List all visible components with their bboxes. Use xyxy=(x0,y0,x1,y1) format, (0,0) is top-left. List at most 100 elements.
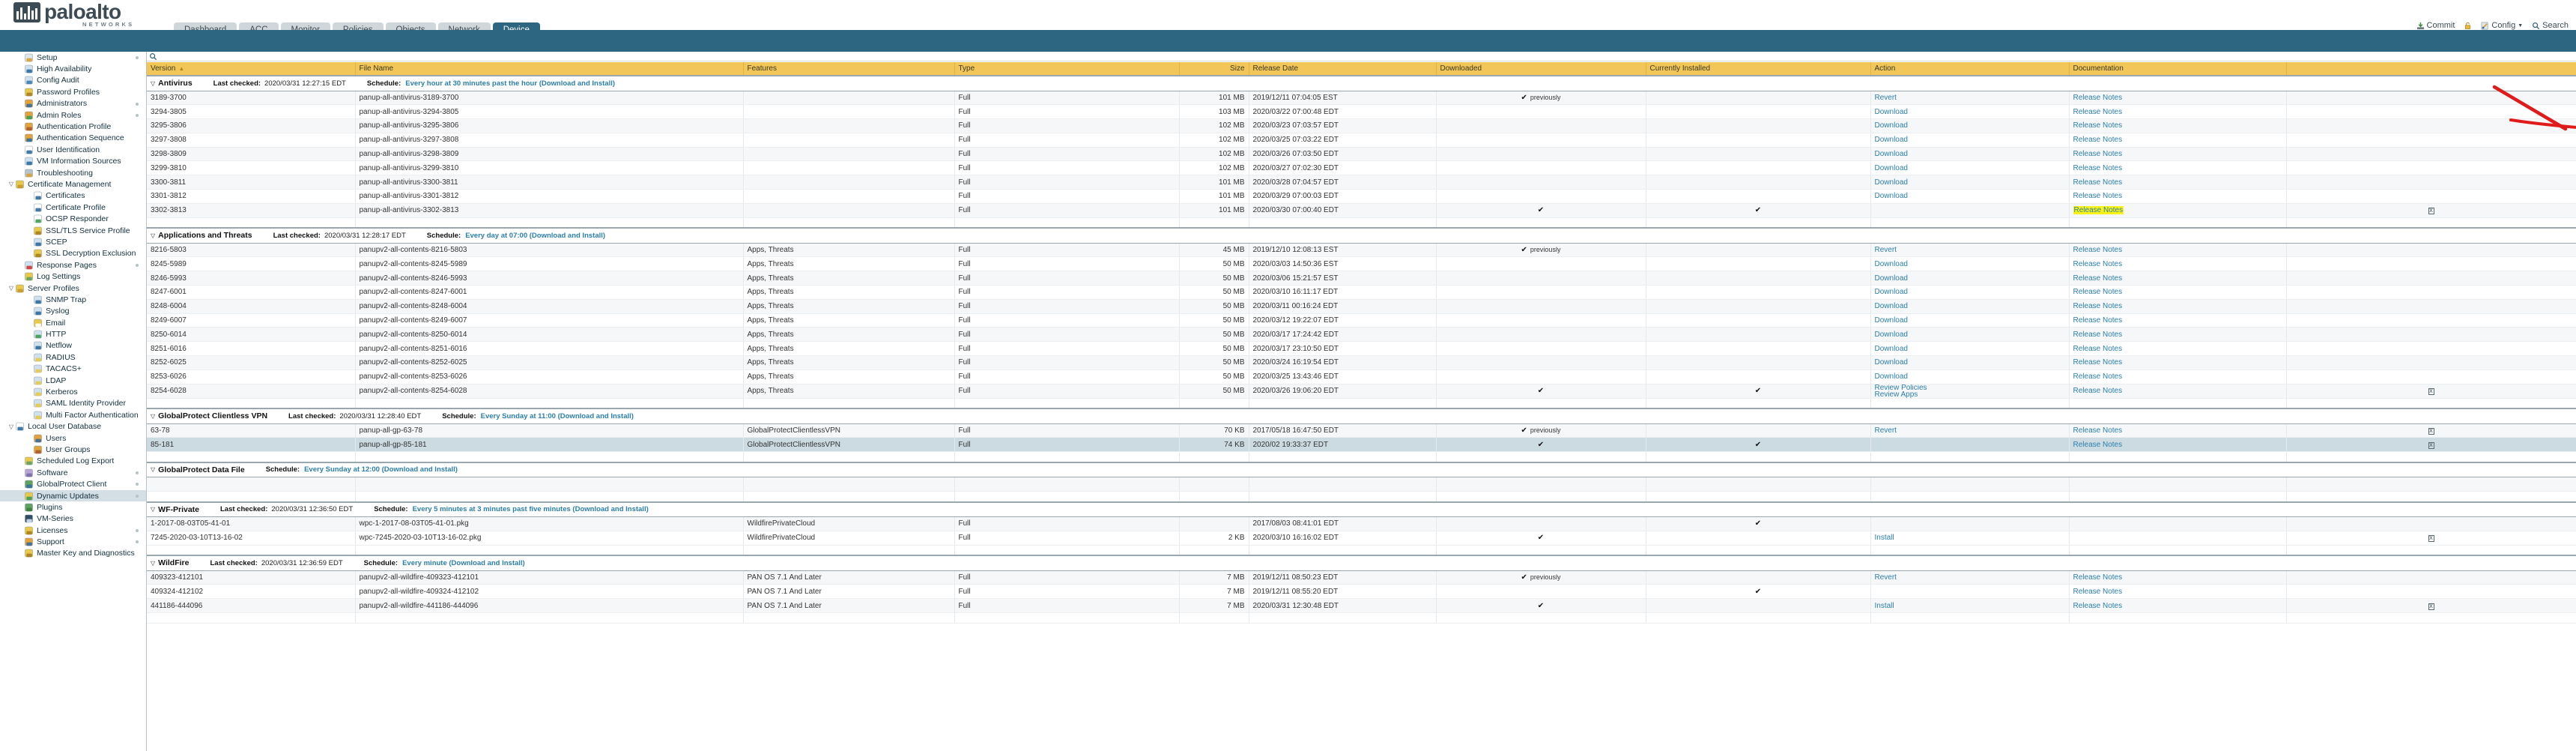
cell-delete[interactable] xyxy=(2286,118,2576,133)
sidebar-item-http[interactable]: HTTP xyxy=(0,328,146,340)
group-header-row[interactable]: ▽ WF-Private Last checked: 2020/03/31 12:36… xyxy=(147,501,2576,518)
cell-action[interactable] xyxy=(1870,516,2070,531)
chevron-down-icon[interactable]: ▼ xyxy=(2518,23,2523,28)
table-row[interactable]: 3297-3808 panup-all-antivirus-3297-3808 Fu… xyxy=(147,133,2576,148)
cell-delete[interactable] xyxy=(2286,147,2576,162)
cell-delete[interactable] xyxy=(2286,189,2576,204)
action-link[interactable]: Download xyxy=(1875,373,2065,381)
release-notes-link[interactable]: Release Notes xyxy=(2073,316,2123,325)
cell-action[interactable]: Download xyxy=(1870,341,2070,357)
schedule-link[interactable]: Every minute (Download and Install) xyxy=(402,559,525,567)
sidebar-item-user-identification[interactable]: User Identification xyxy=(0,144,146,155)
action-link[interactable]: Revert xyxy=(1875,247,2065,254)
table-row[interactable]: 3189-3700 panup-all-antivirus-3189-3700 Fu… xyxy=(147,91,2576,106)
sidebar-item-vm-information-sources[interactable]: VM Information Sources xyxy=(0,156,146,167)
cell-action[interactable]: Download xyxy=(1870,313,2070,328)
cell-delete[interactable] xyxy=(2286,256,2576,272)
cell-documentation[interactable]: Release Notes xyxy=(2069,91,2287,106)
cell-action[interactable]: Download xyxy=(1870,133,2070,148)
cell-delete[interactable] xyxy=(2286,313,2576,328)
table-row[interactable]: 8253-6026 panupv2-all-contents-8253-6026 A… xyxy=(147,370,2576,384)
sidebar-item-local-user-database[interactable]: ▽ Local User Database xyxy=(0,421,146,432)
cell-delete[interactable] xyxy=(2286,477,2576,492)
delete-icon[interactable]: X xyxy=(2428,603,2434,610)
cell-action[interactable] xyxy=(1870,437,2070,453)
sidebar-item-scep[interactable]: SCEP xyxy=(0,236,146,247)
column-header-size[interactable]: Size xyxy=(1179,62,1249,76)
sidebar-item-dynamic-updates[interactable]: Dynamic Updates xyxy=(0,489,146,502)
release-notes-link[interactable]: Release Notes xyxy=(2073,121,2123,130)
column-header-type[interactable]: Type xyxy=(954,62,1180,76)
cell-documentation[interactable]: Release Notes xyxy=(2069,118,2287,133)
release-notes-link[interactable]: Release Notes xyxy=(2073,588,2123,596)
release-notes-link[interactable]: Release Notes xyxy=(2073,441,2123,449)
schedule-link[interactable]: Every Sunday at 12:00 (Download and Inst… xyxy=(304,465,458,474)
cell-documentation[interactable]: Release Notes xyxy=(2069,370,2287,384)
sidebar-item-ssl-tls-service-profile[interactable]: SSL/TLS Service Profile xyxy=(0,225,146,236)
action-link[interactable]: Download xyxy=(1875,164,2065,172)
cell-delete[interactable]: X xyxy=(2286,203,2576,218)
cell-documentation[interactable]: Release Notes xyxy=(2069,133,2287,148)
sidebar-item-netflow[interactable]: Netflow xyxy=(0,340,146,352)
cell-documentation[interactable]: Release Notes xyxy=(2069,243,2287,258)
cell-action[interactable]: Download xyxy=(1870,299,2070,314)
action-link[interactable]: Download xyxy=(1875,108,2065,115)
twisty-expand-icon[interactable]: ▽ xyxy=(7,423,15,430)
sidebar-item-certificate-profile[interactable]: Certificate Profile xyxy=(0,202,146,213)
cell-action[interactable]: Install xyxy=(1870,598,2070,614)
action-link[interactable]: Download xyxy=(1875,303,2065,310)
grid-search-bar[interactable] xyxy=(147,51,2576,61)
delete-icon[interactable]: X xyxy=(2428,441,2434,449)
lock-button[interactable] xyxy=(2464,22,2472,30)
sidebar-item-authentication-profile[interactable]: Authentication Profile xyxy=(0,121,146,132)
cell-documentation[interactable]: Release Notes xyxy=(2069,570,2287,585)
delete-icon[interactable]: X xyxy=(2428,535,2434,543)
cell-documentation[interactable]: Release Notes xyxy=(2069,437,2287,453)
release-notes-link[interactable]: Release Notes xyxy=(2073,150,2123,158)
delete-icon[interactable]: X xyxy=(2428,428,2434,435)
cell-delete[interactable]: X xyxy=(2286,384,2576,399)
sidebar-item-password-profiles[interactable]: Password Profiles xyxy=(0,86,146,97)
table-row[interactable] xyxy=(147,477,2576,492)
sidebar-nav[interactable]: Setup High Availability Config Audit Passwo… xyxy=(0,52,147,751)
cell-action[interactable]: Revert xyxy=(1870,91,2070,106)
action-link[interactable]: Review Apps xyxy=(1875,390,2065,397)
table-row[interactable]: 8254-6028 panupv2-all-contents-8254-6028 A… xyxy=(147,384,2576,399)
sidebar-item-snmp-trap[interactable]: SNMP Trap xyxy=(0,294,146,305)
column-header-version[interactable]: Version ▲ xyxy=(147,62,356,76)
cell-delete[interactable] xyxy=(2286,160,2576,176)
cell-documentation[interactable]: Release Notes xyxy=(2069,584,2287,600)
table-row[interactable]: 8247-6001 panupv2-all-contents-8247-6001 A… xyxy=(147,285,2576,300)
schedule-link[interactable]: Every hour at 30 minutes past the hour (… xyxy=(405,79,615,88)
cell-documentation[interactable]: Release Notes xyxy=(2069,355,2287,370)
release-notes-link[interactable]: Release Notes xyxy=(2073,108,2123,116)
cell-delete[interactable] xyxy=(2286,271,2576,286)
sidebar-item-syslog[interactable]: Syslog xyxy=(0,306,146,317)
cell-action[interactable]: Download xyxy=(1870,160,2070,176)
column-header-actions[interactable] xyxy=(2286,62,2576,76)
cell-action[interactable]: Download xyxy=(1870,327,2070,343)
cell-documentation[interactable] xyxy=(2069,516,2287,531)
sidebar-item-troubleshooting[interactable]: Troubleshooting xyxy=(0,167,146,178)
release-notes-link[interactable]: Release Notes xyxy=(2073,288,2123,296)
cell-documentation[interactable]: Release Notes xyxy=(2069,189,2287,204)
group-header-row[interactable]: ▽ GlobalProtect Clientless VPN Last checke… xyxy=(147,408,2576,424)
cell-action[interactable]: Revert xyxy=(1870,243,2070,258)
release-notes-link[interactable]: Release Notes xyxy=(2073,345,2123,353)
sidebar-item-certificates[interactable]: Certificates xyxy=(0,190,146,202)
table-row[interactable]: 8252-6025 panupv2-all-contents-8252-6025 A… xyxy=(147,355,2576,370)
release-notes-link[interactable]: Release Notes xyxy=(2073,246,2123,254)
action-link[interactable]: Download xyxy=(1875,136,2065,144)
cell-action[interactable]: Download xyxy=(1870,285,2070,300)
cell-delete[interactable] xyxy=(2286,104,2576,120)
cell-delete[interactable]: X xyxy=(2286,531,2576,546)
cell-documentation[interactable]: Release Notes xyxy=(2069,341,2287,357)
column-header-action[interactable]: Action xyxy=(1870,62,2070,76)
cell-documentation[interactable] xyxy=(2069,531,2287,546)
group-header-row[interactable]: ▽ Applications and Threats Last checked: 20… xyxy=(147,227,2576,244)
config-menu[interactable]: Config ▼ xyxy=(2481,21,2523,30)
cell-action[interactable]: Download xyxy=(1870,370,2070,384)
cell-action[interactable] xyxy=(1870,203,2070,218)
table-row[interactable]: 8251-6016 panupv2-all-contents-8251-6016 A… xyxy=(147,341,2576,357)
action-link[interactable]: Download xyxy=(1875,260,2065,268)
